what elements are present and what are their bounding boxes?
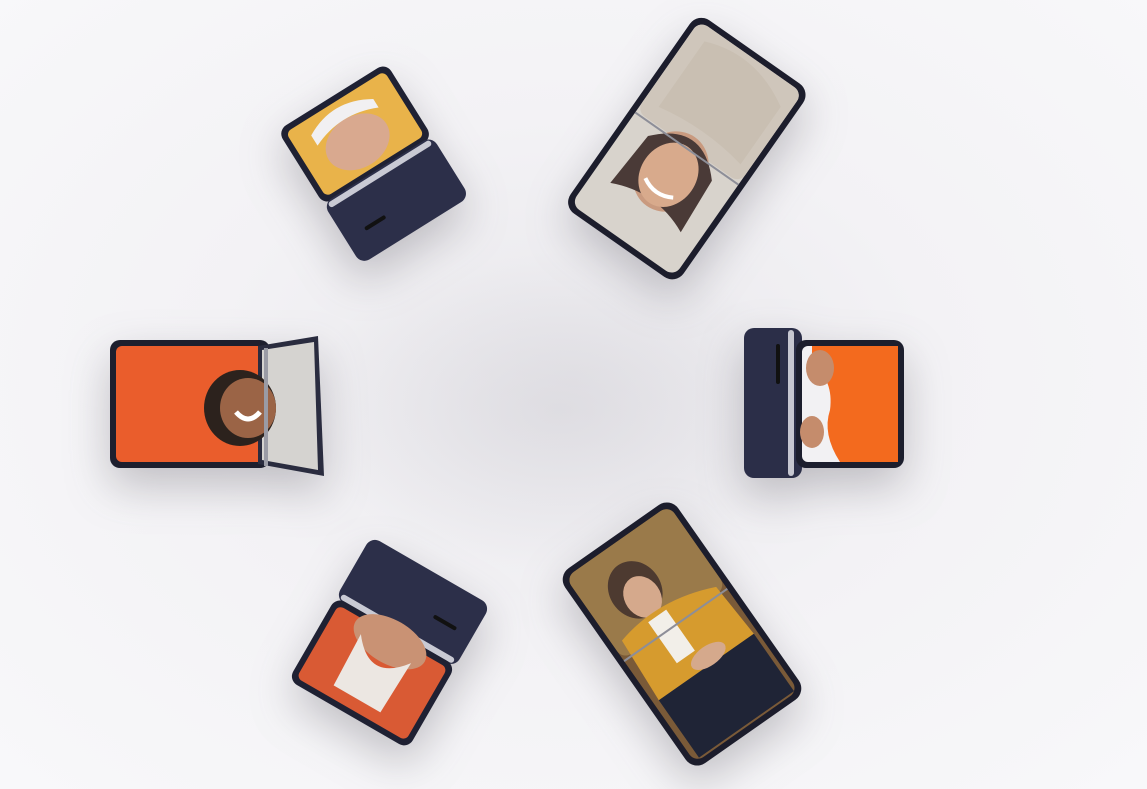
phone-bottom-left — [291, 538, 490, 746]
phone-top-right — [568, 17, 806, 280]
product-scene — [0, 0, 1147, 789]
phone-top-left — [280, 66, 470, 262]
phone-middle-left — [108, 328, 336, 482]
phone-bottom-right — [562, 502, 802, 766]
phone-middle-right — [740, 324, 908, 482]
